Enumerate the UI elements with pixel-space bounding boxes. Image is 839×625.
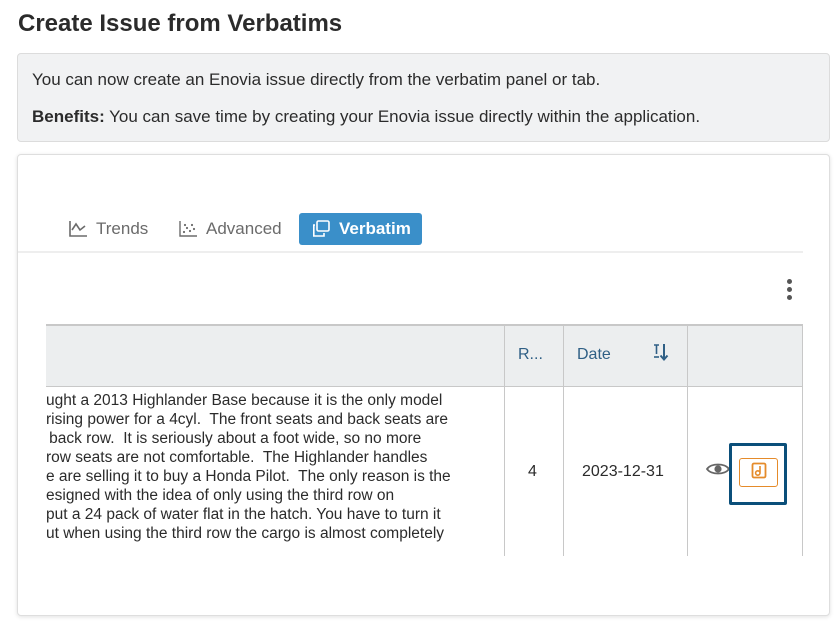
header-rating[interactable]: R... [518,324,543,385]
date-value: 2023-12-31 [582,463,664,480]
header-date-label: Date [577,345,611,363]
page-title: Create Issue from Verbatims [18,10,343,37]
info-line: You can now create an Enovia issue direc… [32,70,601,89]
header-date[interactable]: Date [577,324,670,385]
benefits-line: Benefits: You can save time by creating … [32,107,700,127]
info-box: You can now create an Enovia issue direc… [17,53,830,142]
sort-icon[interactable] [652,342,670,367]
benefits-label: Benefits: [32,107,105,126]
scatter-chart-icon [178,220,198,238]
line-chart-icon [68,220,88,238]
verbatim-table: R... Date ught a 2013 Highlander Base be… [46,324,803,556]
rating-value: 4 [528,463,537,480]
create-issue-highlight [729,443,787,505]
verbatim-text: ught a 2013 Highlander Base because it i… [46,392,451,542]
verbatim-icon [311,220,331,238]
create-issue-icon [751,462,767,484]
tab-trends[interactable]: Trends [68,213,148,245]
tab-verbatim[interactable]: Verbatim [299,213,422,245]
tab-verbatim-label: Verbatim [339,219,411,238]
tab-bar: Trends Advanced Verbatim [18,213,803,253]
benefits-text: You can save time by creating your Enovi… [104,107,701,126]
more-vertical-icon[interactable] [784,279,794,303]
create-issue-button[interactable] [739,458,778,487]
verbatim-panel: Trends Advanced Verbatim R... Date ught … [17,154,830,616]
table-row: ught a 2013 Highlander Base because it i… [46,387,803,556]
tab-advanced[interactable]: Advanced [178,213,282,245]
eye-icon[interactable] [705,461,731,477]
table-header [46,324,803,387]
tab-advanced-label: Advanced [206,219,282,238]
tab-trends-label: Trends [96,219,149,238]
